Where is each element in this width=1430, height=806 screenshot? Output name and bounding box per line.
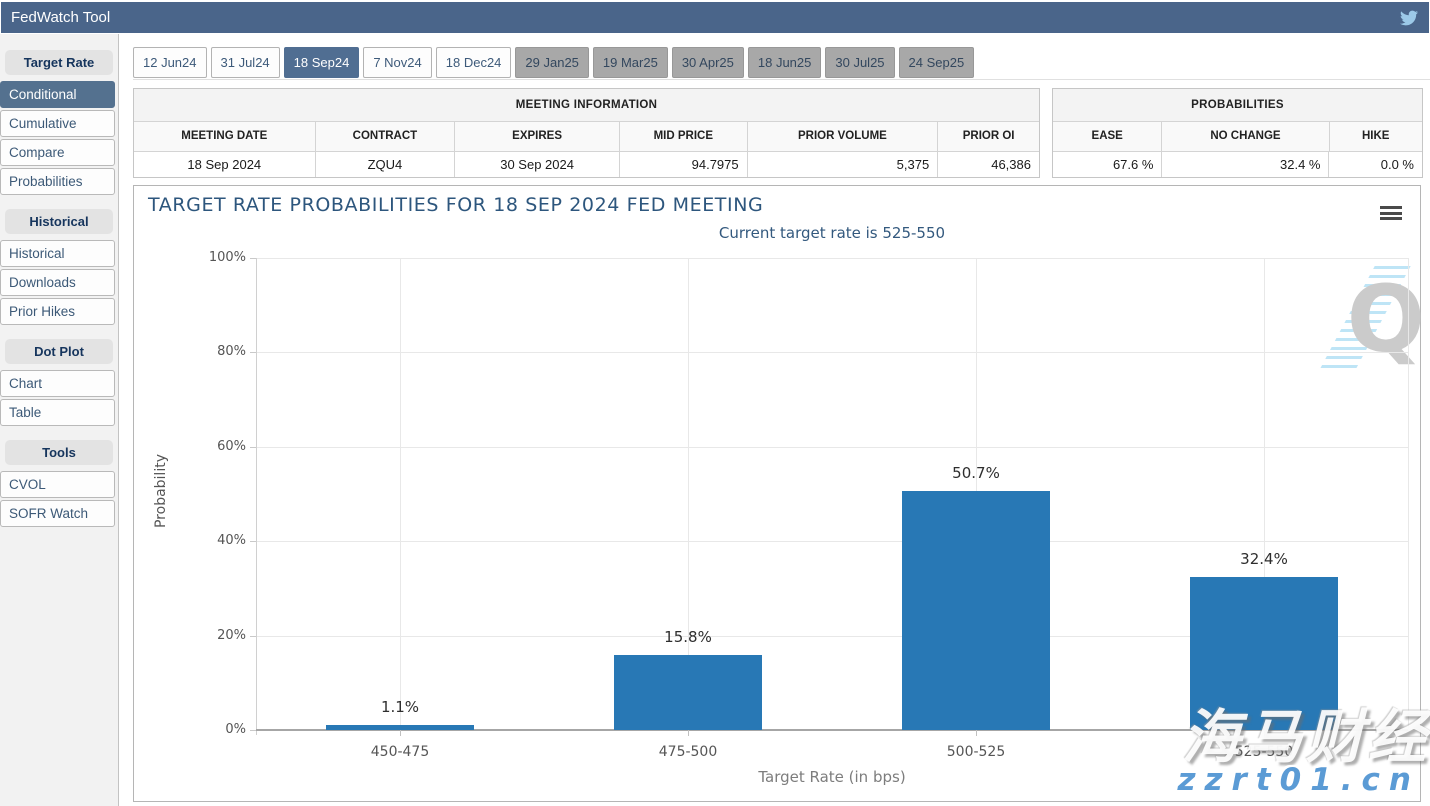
y-tick-label-0: 0% (184, 722, 246, 737)
gridline-y-80 (256, 352, 1408, 353)
sidebar-item-compare[interactable]: Compare (0, 139, 115, 166)
tab-31-jul24[interactable]: 31 Jul24 (211, 47, 280, 78)
tab-18-sep24[interactable]: 18 Sep24 (284, 47, 360, 78)
app-header: FedWatch Tool (1, 2, 1429, 33)
sidebar-item-downloads[interactable]: Downloads (0, 269, 115, 296)
tab-7-nov24[interactable]: 7 Nov24 (363, 47, 431, 78)
sidebar-item-prior-hikes[interactable]: Prior Hikes (0, 298, 115, 325)
bar-value-label-450-475: 1.1% (350, 698, 450, 716)
bar-value-label-500-525: 50.7% (926, 464, 1026, 482)
sidebar-section-title-target-rate: Target Rate (5, 50, 113, 75)
bar-475-500 (614, 655, 762, 730)
sidebar-item-sofr-watch[interactable]: SOFR Watch (0, 500, 115, 527)
cell-meeting-date: 18 Sep 2024 (134, 152, 316, 177)
x-axis-title: Target Rate (in bps) (532, 768, 1132, 786)
bar-value-label-525-550: 32.4% (1214, 550, 1314, 568)
column-header-no-change: NO CHANGE (1162, 122, 1329, 151)
column-header-mid-price: MID PRICE (620, 122, 748, 151)
sidebar-item-historical[interactable]: Historical (0, 240, 115, 267)
cell-contract: ZQU4 (316, 152, 456, 177)
gridline-y-60 (256, 447, 1408, 448)
sidebar-item-cumulative[interactable]: Cumulative (0, 110, 115, 137)
tab-19-mar25[interactable]: 19 Mar25 (593, 47, 668, 78)
gridline-y-40 (256, 541, 1408, 542)
column-header-expires: EXPIRES (455, 122, 620, 151)
sidebar-item-cvol[interactable]: CVOL (0, 471, 115, 498)
column-header-prior-oi: PRIOR OI (938, 122, 1039, 151)
y-tick-label-100: 100% (184, 250, 246, 265)
y-tick-label-60: 60% (184, 439, 246, 454)
tab-29-jan25[interactable]: 29 Jan25 (515, 47, 589, 78)
meeting-table-caption: MEETING INFORMATION (134, 89, 1039, 122)
prob-table-caption: PROBABILITIES (1053, 89, 1422, 122)
x-tick-mark-450-475 (400, 730, 401, 736)
column-header-prior-volume: PRIOR VOLUME (748, 122, 939, 151)
x-tick-label-475-500: 475-500 (618, 744, 758, 760)
prob-table-header-row: EASENO CHANGEHIKE (1053, 122, 1422, 152)
cell-no-change: 32.4 % (1162, 152, 1329, 177)
column-header-ease: EASE (1053, 122, 1162, 151)
x-tick-label-450-475: 450-475 (330, 744, 470, 760)
y-tick-label-20: 20% (184, 628, 246, 643)
bar-value-label-475-500: 15.8% (638, 628, 738, 646)
chart-title: TARGET RATE PROBABILITIES FOR 18 SEP 202… (148, 194, 763, 216)
tab-underline (133, 79, 1430, 80)
x-tick-mark-475-500 (688, 730, 689, 736)
cell-hike: 0.0 % (1329, 152, 1422, 177)
column-header-meeting-date: MEETING DATE (134, 122, 316, 151)
bar-500-525 (902, 491, 1050, 730)
y-axis-line (256, 258, 257, 735)
twitter-icon[interactable] (1399, 9, 1419, 27)
app-title: FedWatch Tool (11, 9, 1399, 26)
cell-mid-price: 94.7975 (620, 152, 748, 177)
cell-prior-volume: 5,375 (748, 152, 939, 177)
sidebar-item-conditional[interactable]: Conditional (0, 81, 115, 108)
tab-30-apr25[interactable]: 30 Apr25 (672, 47, 744, 78)
y-axis-title: Probability (153, 421, 169, 561)
cell-prior-oi: 46,386 (938, 152, 1039, 177)
meeting-information-table: MEETING INFORMATIONMEETING DATECONTRACTE… (133, 88, 1040, 178)
y-tick-label-80: 80% (184, 344, 246, 359)
x-tick-mark-500-525 (976, 730, 977, 736)
sidebar-item-probabilities[interactable]: Probabilities (0, 168, 115, 195)
tab-24-sep25[interactable]: 24 Sep25 (899, 47, 975, 78)
tab-18-dec24[interactable]: 18 Dec24 (436, 47, 512, 78)
column-header-contract: CONTRACT (316, 122, 456, 151)
sidebar: Target RateConditionalCumulativeCompareP… (0, 34, 119, 806)
cell-ease: 67.6 % (1053, 152, 1162, 177)
hamburger-menu-icon[interactable] (1380, 206, 1402, 221)
gridline-y-100 (256, 258, 1408, 259)
y-tick-label-40: 40% (184, 533, 246, 548)
fedwatch-app: FedWatch Tool Target Rate ConditionalCumu… (0, 0, 1430, 806)
plot-right-border (1408, 258, 1409, 730)
cell-expires: 30 Sep 2024 (455, 152, 620, 177)
column-header-hike: HIKE (1330, 122, 1423, 151)
x-tick-label-500-525: 500-525 (906, 744, 1046, 760)
tab-30-jul25[interactable]: 30 Jul25 (825, 47, 894, 78)
meeting-date-tabs: 12 Jun2431 Jul2418 Sep247 Nov2418 Dec242… (133, 47, 978, 78)
sidebar-item-table[interactable]: Table (0, 399, 115, 426)
prob-table-value-row: 67.6 %32.4 %0.0 % (1053, 152, 1422, 177)
sidebar-section-title-tools: Tools (5, 440, 113, 465)
sidebar-item-chart[interactable]: Chart (0, 370, 115, 397)
gridline-x-450-475 (400, 258, 401, 730)
meeting-table-value-row: 18 Sep 2024ZQU430 Sep 202494.79755,37546… (134, 152, 1039, 177)
meeting-table-header-row: MEETING DATECONTRACTEXPIRESMID PRICEPRIO… (134, 122, 1039, 152)
probabilities-table: PROBABILITIESEASENO CHANGEHIKE67.6 %32.4… (1052, 88, 1423, 178)
sidebar-section-title-historical: Historical (5, 209, 113, 234)
tab-12-jun24[interactable]: 12 Jun24 (133, 47, 207, 78)
chart-subtitle: Current target rate is 525-550 (256, 224, 1408, 242)
tab-18-jun25[interactable]: 18 Jun25 (748, 47, 822, 78)
sidebar-section-title-dot-plot: Dot Plot (5, 339, 113, 364)
plot-area: 0%20%40%60%80%100%1.1%450-47515.8%475-50… (256, 258, 1408, 730)
site-url-watermark: zzrt01.cn (1177, 762, 1420, 798)
